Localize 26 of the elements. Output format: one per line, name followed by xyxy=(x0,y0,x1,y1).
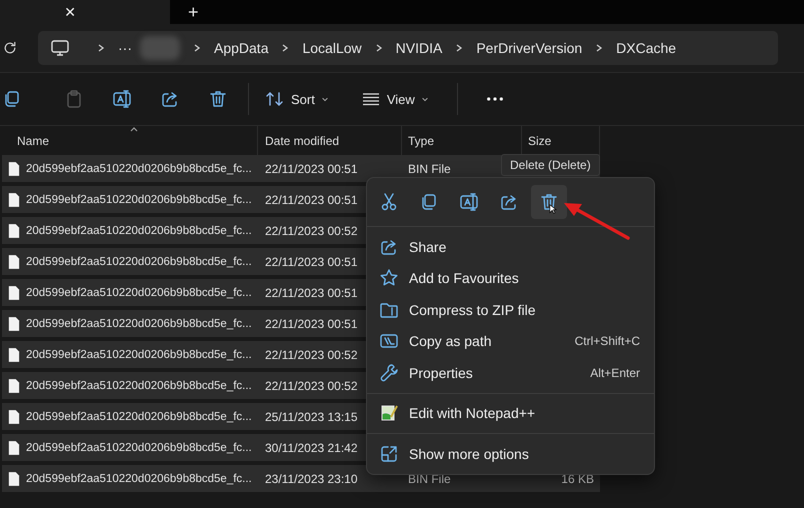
file-name: 20d599ebf2aa510220d0206b9b8bcd5e_fc... xyxy=(26,318,252,330)
file-name: 20d599ebf2aa510220d0206b9b8bcd5e_fc... xyxy=(26,472,252,484)
date-cell: 22/11/2023 00:52 xyxy=(265,378,358,392)
type-cell: BIN File xyxy=(408,162,451,176)
file-name: 20d599ebf2aa510220d0206b9b8bcd5e_fc... xyxy=(26,286,252,298)
date-cell: 22/11/2023 00:52 xyxy=(265,348,358,362)
file-name: 20d599ebf2aa510220d0206b9b8bcd5e_fc... xyxy=(26,162,252,174)
date-cell: 22/11/2023 00:51 xyxy=(265,254,358,268)
size-cell: 16 KB xyxy=(561,472,594,486)
file-name: 20d599ebf2aa510220d0206b9b8bcd5e_fc... xyxy=(26,194,252,206)
date-cell: 30/11/2023 21:42 xyxy=(265,440,358,454)
date-cell: 22/11/2023 00:51 xyxy=(265,316,358,330)
file-name: 20d599ebf2aa510220d0206b9b8bcd5e_fc... xyxy=(26,256,252,268)
tooltip: Delete (Delete) xyxy=(501,154,600,176)
date-cell: 22/11/2023 00:51 xyxy=(265,192,358,206)
file-name: 20d599ebf2aa510220d0206b9b8bcd5e_fc... xyxy=(26,380,252,392)
date-cell: 25/11/2023 13:15 xyxy=(265,410,358,424)
type-cell: BIN File xyxy=(408,472,451,486)
date-cell: 23/11/2023 23:10 xyxy=(265,472,358,486)
date-cell: 22/11/2023 00:52 xyxy=(265,224,358,238)
file-name: 20d599ebf2aa510220d0206b9b8bcd5e_fc... xyxy=(26,410,252,422)
date-cell: 22/11/2023 00:51 xyxy=(265,162,358,176)
file-name: 20d599ebf2aa510220d0206b9b8bcd5e_fc... xyxy=(26,348,252,360)
file-name: 20d599ebf2aa510220d0206b9b8bcd5e_fc... xyxy=(26,224,252,236)
date-cell: 22/11/2023 00:51 xyxy=(265,286,358,300)
file-name: 20d599ebf2aa510220d0206b9b8bcd5e_fc... xyxy=(26,442,252,454)
